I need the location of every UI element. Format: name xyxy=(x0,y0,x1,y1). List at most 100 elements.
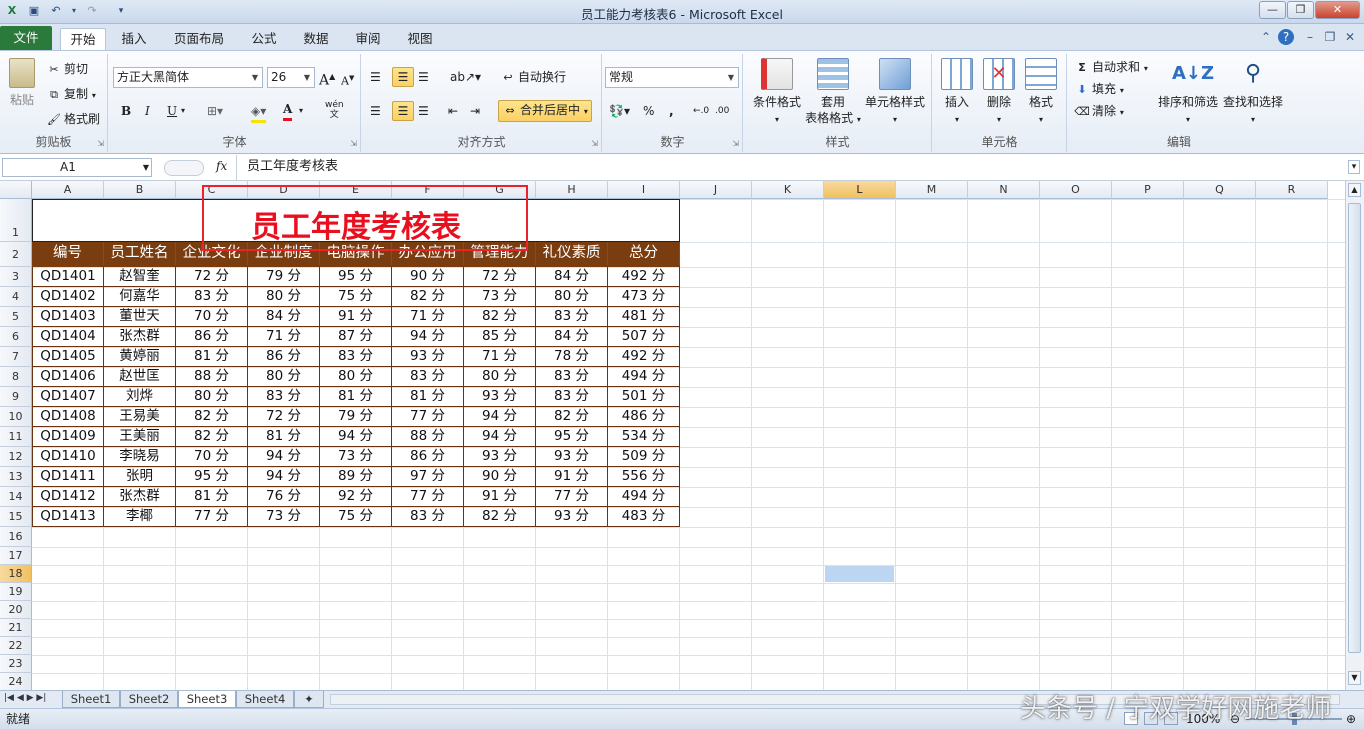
align-middle-icon[interactable]: ☰ xyxy=(392,67,414,87)
table-cell[interactable]: 王美丽 xyxy=(104,427,176,447)
copy-button[interactable]: ⧉ 复制 ▾ xyxy=(46,85,96,105)
table-cell[interactable]: 73 分 xyxy=(248,507,320,527)
decrease-decimal-icon[interactable]: .00 xyxy=(715,102,729,120)
table-cell[interactable]: 481 分 xyxy=(608,307,680,327)
table-cell[interactable]: 80 分 xyxy=(464,367,536,387)
table-cell[interactable]: 73 分 xyxy=(320,447,392,467)
table-cell[interactable]: 77 分 xyxy=(536,487,608,507)
maximize-button[interactable]: ❐ xyxy=(1287,1,1314,19)
italic-button[interactable]: I xyxy=(145,102,150,120)
table-cell[interactable]: 93 分 xyxy=(464,447,536,467)
tab-insert[interactable]: 插入 xyxy=(114,28,154,50)
table-cell[interactable]: 83 分 xyxy=(536,387,608,407)
sheet-tab-1[interactable]: Sheet1 xyxy=(62,691,120,708)
row-header-3[interactable]: 3 xyxy=(0,267,32,287)
table-cell[interactable]: 81 分 xyxy=(248,427,320,447)
table-cell[interactable]: 534 分 xyxy=(608,427,680,447)
table-cell[interactable]: 83 分 xyxy=(392,507,464,527)
table-cell[interactable]: 79 分 xyxy=(320,407,392,427)
align-bottom-icon[interactable]: ☰ xyxy=(418,68,429,86)
column-header-m[interactable]: M xyxy=(896,181,968,199)
tab-view[interactable]: 视图 xyxy=(400,28,440,50)
row-header-6[interactable]: 6 xyxy=(0,327,32,347)
table-cell[interactable]: QD1413 xyxy=(32,507,104,527)
table-cell[interactable]: 赵世匡 xyxy=(104,367,176,387)
row-header-15[interactable]: 15 xyxy=(0,507,32,527)
row-header-12[interactable]: 12 xyxy=(0,447,32,467)
table-cell[interactable]: 81 分 xyxy=(176,487,248,507)
doc-minimize-icon[interactable]: – xyxy=(1302,29,1318,45)
row-header-2[interactable]: 2 xyxy=(0,242,32,267)
bold-button[interactable]: B xyxy=(121,102,131,120)
row-header-14[interactable]: 14 xyxy=(0,487,32,507)
column-header-j[interactable]: J xyxy=(680,181,752,199)
table-cell[interactable]: 80 分 xyxy=(536,287,608,307)
table-cell[interactable]: 何嘉华 xyxy=(104,287,176,307)
table-cell[interactable]: 93 分 xyxy=(464,387,536,407)
row-header-11[interactable]: 11 xyxy=(0,427,32,447)
table-cell[interactable]: 76 分 xyxy=(248,487,320,507)
table-cell[interactable]: 97 分 xyxy=(392,467,464,487)
decrease-indent-icon[interactable]: ⇤ xyxy=(448,102,458,120)
table-cell[interactable]: QD1411 xyxy=(32,467,104,487)
table-cell[interactable]: 李椰 xyxy=(104,507,176,527)
number-format-combo[interactable]: 常规 ▼ xyxy=(605,67,739,88)
tab-formulas[interactable]: 公式 xyxy=(244,28,284,50)
row-header-5[interactable]: 5 xyxy=(0,307,32,327)
table-cell[interactable]: 83 分 xyxy=(536,367,608,387)
table-cell[interactable]: 91 分 xyxy=(536,467,608,487)
table-cell[interactable]: 82 分 xyxy=(176,427,248,447)
header-cell[interactable]: 总分 xyxy=(608,242,680,265)
table-cell[interactable]: QD1408 xyxy=(32,407,104,427)
row-header-1[interactable]: 1 xyxy=(0,199,32,242)
table-cell[interactable]: 董世天 xyxy=(104,307,176,327)
sheet-tab-3[interactable]: Sheet3 xyxy=(178,691,236,708)
column-header-o[interactable]: O xyxy=(1040,181,1112,199)
clipboard-launcher-icon[interactable]: ⇲ xyxy=(97,139,104,148)
table-cell[interactable]: 93 分 xyxy=(536,507,608,527)
table-cell[interactable]: QD1405 xyxy=(32,347,104,367)
table-cell[interactable]: 556 分 xyxy=(608,467,680,487)
scroll-thumb[interactable] xyxy=(1348,203,1361,653)
column-header-q[interactable]: Q xyxy=(1184,181,1256,199)
comma-button[interactable]: , xyxy=(669,102,674,120)
table-cell[interactable]: 王易美 xyxy=(104,407,176,427)
table-cell[interactable]: 95 分 xyxy=(536,427,608,447)
insert-cells-button[interactable]: 插入 ▾ xyxy=(939,58,975,128)
table-cell[interactable]: 507 分 xyxy=(608,327,680,347)
row-header-23[interactable]: 23 xyxy=(0,655,32,673)
font-size-combo[interactable]: 26 ▼ xyxy=(267,67,315,88)
table-cell[interactable]: 494 分 xyxy=(608,367,680,387)
table-cell[interactable]: 刘烨 xyxy=(104,387,176,407)
align-center-icon[interactable]: ☰ xyxy=(392,101,414,121)
table-cell[interactable]: 72 分 xyxy=(464,267,536,287)
table-cell[interactable]: 70 分 xyxy=(176,447,248,467)
underline-button[interactable]: U xyxy=(167,102,177,120)
table-cell[interactable]: 83 分 xyxy=(176,287,248,307)
currency-icon[interactable]: 💱▾ xyxy=(609,102,630,120)
font-name-combo[interactable]: 方正大黑简体 ▼ xyxy=(113,67,263,88)
table-cell[interactable]: 张杰群 xyxy=(104,487,176,507)
formula-input[interactable]: 员工年度考核表 xyxy=(236,155,1346,181)
zoom-in-icon[interactable]: ⊕ xyxy=(1346,709,1356,729)
table-cell[interactable]: 李晓易 xyxy=(104,447,176,467)
table-cell[interactable]: 84 分 xyxy=(536,327,608,347)
font-color-dropdown-icon[interactable]: ▾ xyxy=(299,102,303,120)
paste-button[interactable]: 粘贴 xyxy=(4,58,40,108)
row-header-4[interactable]: 4 xyxy=(0,287,32,307)
table-cell[interactable]: 81 分 xyxy=(392,387,464,407)
increase-indent-icon[interactable]: ⇥ xyxy=(470,102,480,120)
table-cell[interactable]: 492 分 xyxy=(608,347,680,367)
orientation-icon[interactable]: ab↗▾ xyxy=(450,68,481,86)
column-header-n[interactable]: N xyxy=(968,181,1040,199)
minimize-ribbon-icon[interactable]: ⌃ xyxy=(1258,29,1274,45)
table-cell[interactable]: 73 分 xyxy=(464,287,536,307)
percent-button[interactable]: % xyxy=(643,102,654,120)
table-cell[interactable]: 84 分 xyxy=(248,307,320,327)
fill-button[interactable]: ⬇ 填充 ▾ xyxy=(1074,80,1123,100)
table-cell[interactable]: 90 分 xyxy=(464,467,536,487)
table-cell[interactable]: QD1404 xyxy=(32,327,104,347)
alignment-launcher-icon[interactable]: ⇲ xyxy=(591,139,598,148)
table-cell[interactable]: 78 分 xyxy=(536,347,608,367)
table-cell[interactable]: 80 分 xyxy=(176,387,248,407)
